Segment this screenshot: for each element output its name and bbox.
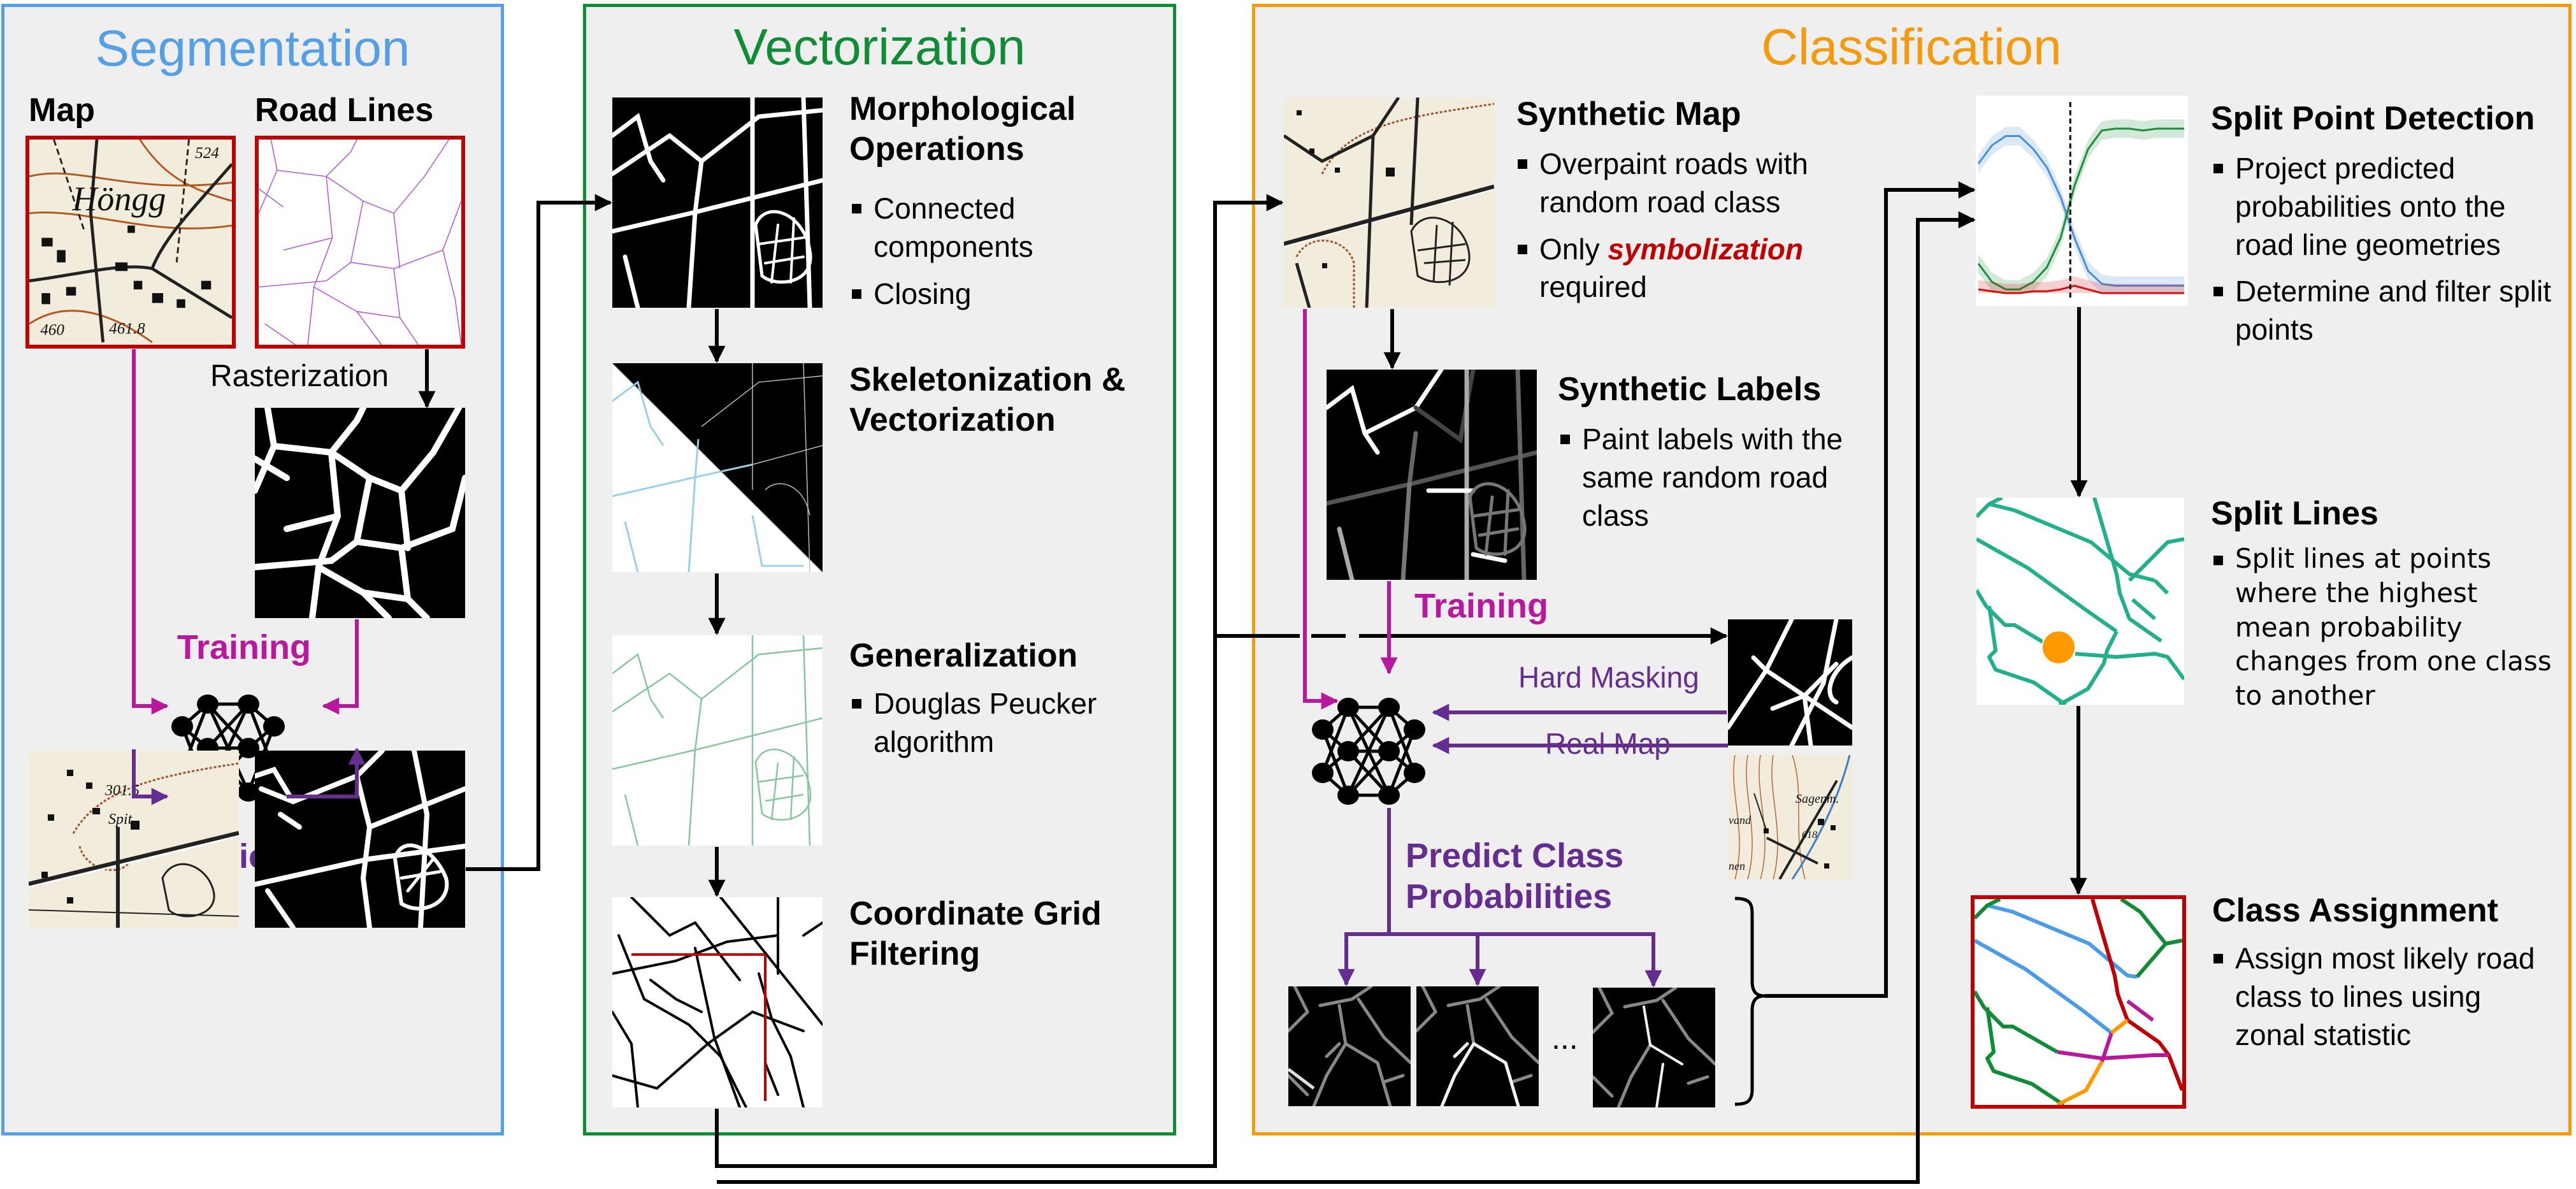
bullet-item: Determine and filter split points	[2212, 273, 2556, 349]
title-line: Filtering	[849, 935, 981, 973]
synthetic-map-bullets: Overpaint roads with random road class O…	[1516, 145, 1873, 315]
morphological-operations-bullets: Connected components Closing	[851, 190, 1131, 322]
coordinate-grid-filtering-thumbnail	[612, 897, 823, 1107]
split-lines-bullets: Split lines at points where the highest …	[2212, 542, 2556, 722]
synthetic-labels-thumbnail	[1327, 370, 1537, 580]
map-place-name: vand	[1729, 814, 1752, 826]
split-lines-thumbnail	[1976, 498, 2184, 705]
map-elevation-label: 524	[195, 145, 219, 162]
split-point-plot	[1976, 96, 2188, 306]
class-assignment-bullets: Assign most likely road class to lines u…	[2212, 940, 2556, 1063]
bullet-item: Assign most likely road class to lines u…	[2212, 940, 2556, 1054]
class-assignment-thumbnail	[1971, 895, 2186, 1109]
segmentation-output-thumbnail	[255, 751, 465, 928]
bullet-item: Douglas Peucker algorithm	[851, 685, 1144, 761]
generalization-bullets: Douglas Peucker algorithm	[851, 685, 1144, 770]
symbolization-emphasis: symbolization	[1608, 232, 1804, 266]
coordinate-grid-filtering-title: Coordinate Grid Filtering	[849, 894, 1102, 975]
segmentation-training-label: Training	[177, 628, 312, 667]
generalization-thumbnail	[612, 635, 823, 846]
skeletonization-thumbnail	[612, 363, 823, 572]
label-line: Predict Class	[1406, 837, 1624, 875]
bullet-text: required	[1539, 270, 1647, 304]
synthetic-map-thumbnail	[1284, 97, 1494, 308]
map-label: Map	[29, 92, 95, 129]
bullet-text: Only	[1539, 232, 1608, 266]
real-map-label: Real Map	[1545, 727, 1671, 760]
bullet-item: Paint labels with the same random road c…	[1559, 421, 1865, 535]
morphological-operations-thumbnail	[612, 97, 823, 308]
title-line: Coordinate Grid	[849, 895, 1102, 932]
bullet-item: Split lines at points where the highest …	[2212, 542, 2556, 713]
skeletonization-title: Skeletonization & Vectorization	[849, 360, 1125, 441]
split-point-detection-title: Split Point Detection	[2211, 100, 2535, 137]
synthetic-labels-title: Synthetic Labels	[1558, 371, 1822, 408]
class-green-confidence-band	[1978, 119, 2184, 293]
split-point-marker	[2041, 630, 2076, 665]
rasterization-label: Rasterization	[210, 359, 389, 393]
hard-masking-label: Hard Masking	[1518, 661, 1699, 694]
class-probability-map-n	[1593, 988, 1715, 1107]
class-probability-map-2	[1416, 986, 1539, 1106]
hard-masking-thumbnail	[1728, 619, 1852, 746]
map-place-name: Höngg	[71, 180, 166, 218]
split-lines-title: Split Lines	[2211, 495, 2378, 532]
map-elevation-label: 461.8	[109, 321, 145, 338]
classification-title: Classification	[1761, 18, 2062, 75]
title-line: Morphological	[849, 90, 1076, 127]
class-probability-map-1	[1288, 986, 1411, 1106]
bullet-item: Overpaint roads with random road class	[1516, 145, 1873, 222]
rasterized-labels-thumbnail	[255, 408, 465, 618]
ellipsis: ...	[1551, 1020, 1578, 1056]
map-elevation-label: 618	[1802, 830, 1817, 840]
road-lines-label: Road Lines	[255, 92, 434, 129]
bullet-item: Only symbolization required	[1516, 231, 1873, 307]
title-line: Vectorization	[849, 401, 1056, 439]
classification-training-label: Training	[1414, 587, 1549, 625]
bullet-item: Closing	[851, 275, 1131, 313]
morphological-operations-title: Morphological Operations	[849, 89, 1076, 170]
map-place-name: Sagenm.	[1795, 792, 1839, 806]
map-elevation-label: 301.5	[104, 782, 140, 799]
prediction-input-map-thumbnail: 301.5 Spit	[29, 751, 239, 928]
bullet-item: Project predicted probabilities onto the…	[2212, 150, 2556, 264]
synthetic-labels-bullets: Paint labels with the same random road c…	[1559, 421, 1865, 544]
neural-network-icon	[1312, 698, 1425, 805]
road-lines-thumbnail	[255, 136, 465, 349]
class-green-line	[1977, 127, 2184, 291]
split-point-detection-bullets: Project predicted probabilities onto the…	[2212, 150, 2556, 358]
map-place-name: nen	[1729, 860, 1745, 872]
bullet-item: Connected components	[851, 190, 1131, 266]
synthetic-map-title: Synthetic Map	[1516, 96, 1741, 133]
class-blue-confidence-band	[1978, 127, 2184, 293]
predict-class-probabilities-label: Predict Class Probabilities	[1406, 836, 1623, 917]
map-place-name: Spit	[108, 811, 133, 828]
historical-map-thumbnail: Höngg 524 460 461.8	[25, 136, 236, 349]
title-line: Operations	[849, 131, 1025, 168]
class-assignment-title: Class Assignment	[2212, 892, 2498, 929]
generalization-title: Generalization	[849, 637, 1078, 674]
vectorization-title: Vectorization	[733, 18, 1026, 75]
title-line: Skeletonization &	[849, 361, 1126, 398]
real-map-thumbnail: Sagenm. 618 vand nen	[1729, 755, 1853, 879]
map-elevation-label: 460	[40, 322, 64, 339]
label-line: Probabilities	[1406, 877, 1613, 916]
segmentation-title: Segmentation	[95, 20, 410, 76]
